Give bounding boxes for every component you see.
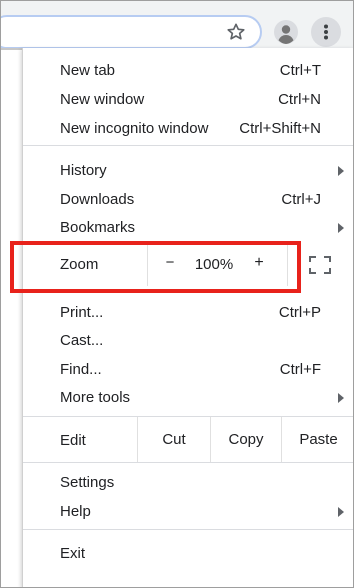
menu-item-label: Exit xyxy=(60,545,86,562)
zoom-label: Zoom xyxy=(60,256,99,273)
address-bar[interactable] xyxy=(0,15,262,49)
menu-separator xyxy=(23,529,354,530)
menu-item-history[interactable]: History xyxy=(23,156,354,185)
menu-item-help[interactable]: Help xyxy=(23,497,354,526)
menu-item-label: New incognito window xyxy=(60,120,209,137)
menu-item-label: Downloads xyxy=(60,191,135,208)
menu-item-more-tools[interactable]: More tools xyxy=(23,383,354,412)
menu-item-find[interactable]: Find... Ctrl+F xyxy=(23,355,354,384)
menu-item-shortcut: Ctrl+T xyxy=(279,62,321,79)
menu-item-new-tab[interactable]: New tab Ctrl+T xyxy=(23,56,354,85)
menu-item-new-incognito-window[interactable]: New incognito window Ctrl+Shift+N xyxy=(23,114,354,143)
menu-item-shortcut: Ctrl+F xyxy=(279,361,321,378)
browser-toolbar xyxy=(0,0,354,49)
menu-item-shortcut: Ctrl+N xyxy=(278,91,321,108)
kebab-menu-icon[interactable] xyxy=(311,17,341,47)
avatar-icon[interactable] xyxy=(274,20,298,44)
menu-item-bookmarks[interactable]: Bookmarks xyxy=(23,213,354,242)
menu-item-settings[interactable]: Settings xyxy=(23,468,354,497)
menu-item-downloads[interactable]: Downloads Ctrl+J xyxy=(23,185,354,214)
cut-button[interactable]: Cut xyxy=(138,431,210,448)
menu-item-label: Find... xyxy=(60,361,102,378)
menu-separator xyxy=(23,145,354,146)
paste-button[interactable]: Paste xyxy=(282,431,354,448)
menu-item-exit[interactable]: Exit xyxy=(23,539,354,568)
edit-row: Edit Cut Copy Paste xyxy=(23,417,354,462)
menu-item-shortcut: Ctrl+J xyxy=(281,191,321,208)
menu-item-label: Print... xyxy=(60,304,104,321)
zoom-in-button[interactable]: + xyxy=(249,254,269,272)
page-background xyxy=(0,48,22,588)
menu-item-label: Settings xyxy=(60,474,115,491)
zoom-divider xyxy=(147,242,148,286)
menu-item-new-window[interactable]: New window Ctrl+N xyxy=(23,85,354,114)
menu-item-label: New tab xyxy=(60,62,116,79)
page-divider xyxy=(0,48,22,50)
zoom-value: 100% xyxy=(194,256,234,273)
submenu-arrow-icon xyxy=(338,166,344,176)
zoom-out-button[interactable]: − xyxy=(160,254,180,271)
star-icon[interactable] xyxy=(226,22,246,42)
menu-item-shortcut: Ctrl+P xyxy=(278,304,321,321)
browser-menu: New tab Ctrl+T New window Ctrl+N New inc… xyxy=(22,48,354,588)
menu-item-label: More tools xyxy=(60,389,131,406)
menu-separator xyxy=(23,462,354,463)
menu-item-print[interactable]: Print... Ctrl+P xyxy=(23,298,354,327)
menu-item-cast[interactable]: Cast... xyxy=(23,326,354,355)
menu-item-label: Cast... xyxy=(60,332,104,349)
menu-item-label: Bookmarks xyxy=(60,219,136,236)
submenu-arrow-icon xyxy=(338,393,344,403)
zoom-divider xyxy=(287,242,288,286)
menu-item-label: Help xyxy=(60,503,91,520)
menu-item-label: History xyxy=(60,162,107,179)
menu-item-label: New window xyxy=(60,91,145,108)
menu-item-shortcut: Ctrl+Shift+N xyxy=(239,120,321,137)
submenu-arrow-icon xyxy=(338,223,344,233)
edit-label: Edit xyxy=(60,432,86,449)
submenu-arrow-icon xyxy=(338,507,344,517)
copy-button[interactable]: Copy xyxy=(211,431,281,448)
fullscreen-icon[interactable] xyxy=(309,256,331,274)
zoom-row: Zoom − 100% + xyxy=(23,242,354,286)
